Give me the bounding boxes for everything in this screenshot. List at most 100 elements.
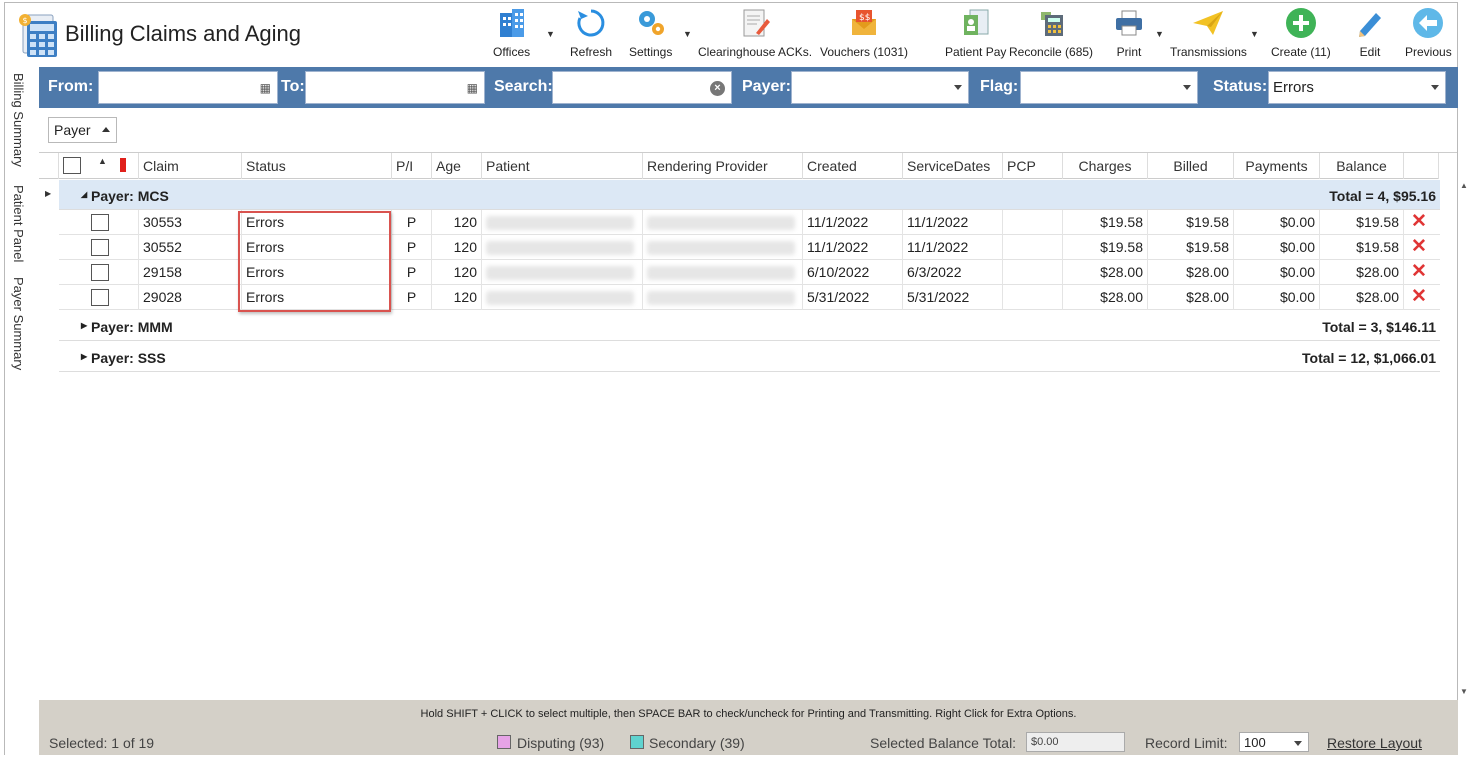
edit-button[interactable]: Edit xyxy=(1352,5,1388,63)
pi-cell: P xyxy=(392,285,432,310)
svg-text:$: $ xyxy=(23,16,28,25)
group-row-mmm[interactable]: ▶ Payer: MMM Total = 3, $146.11 xyxy=(59,311,1440,341)
patient-cell-redacted xyxy=(482,260,643,285)
vertical-scrollbar[interactable]: ▲ ▼ xyxy=(1458,181,1468,699)
transmissions-button[interactable]: Transmissions xyxy=(1170,5,1247,63)
settings-button[interactable]: Settings xyxy=(629,5,672,63)
age-cell: 120 xyxy=(432,285,482,310)
row-checkbox[interactable] xyxy=(91,264,109,281)
delete-x-icon[interactable]: ✕ xyxy=(1411,236,1427,258)
status-dropdown[interactable]: Errors xyxy=(1268,71,1446,104)
group-row-sss[interactable]: ▶ Payer: SSS Total = 12, $1,066.01 xyxy=(59,342,1440,372)
patient-document-icon xyxy=(958,5,994,41)
flag-dropdown[interactable] xyxy=(1020,71,1198,104)
group-total: Total = 3, $146.11 xyxy=(1322,319,1436,335)
column-header-charges[interactable]: Charges xyxy=(1063,153,1148,179)
calendar-icon[interactable]: ▦ xyxy=(260,81,271,95)
plus-circle-icon xyxy=(1283,5,1319,41)
pcp-cell xyxy=(1003,210,1063,235)
refresh-button[interactable]: Refresh xyxy=(570,5,612,63)
provider-cell-redacted xyxy=(643,235,803,260)
patient-cell-redacted xyxy=(482,235,643,260)
sort-up-icon[interactable]: ▲ xyxy=(98,156,107,166)
pcp-cell xyxy=(1003,285,1063,310)
group-by-payer-chip[interactable]: Payer xyxy=(48,117,117,143)
delete-x-icon[interactable]: ✕ xyxy=(1411,211,1427,233)
tab-payer-summary[interactable]: Payer Summary xyxy=(11,277,26,370)
status-footer: Hold SHIFT + CLICK to select multiple, t… xyxy=(39,700,1458,755)
column-header-created[interactable]: Created xyxy=(803,153,903,179)
settings-dropdown-icon[interactable]: ▼ xyxy=(683,30,692,39)
create-button[interactable]: Create (11) xyxy=(1271,5,1331,63)
tab-billing-summary[interactable]: Billing Summary xyxy=(11,73,26,167)
offices-dropdown-icon[interactable]: ▼ xyxy=(546,30,555,39)
selected-count: Selected: 1 of 19 xyxy=(49,735,155,751)
scroll-up-icon[interactable]: ▲ xyxy=(1460,181,1468,190)
age-cell: 120 xyxy=(432,235,482,260)
side-panel-tabs: Billing Summary Patient Panel Payer Summ… xyxy=(5,67,39,755)
from-date-field[interactable]: ▦ xyxy=(98,71,278,104)
search-input[interactable]: × xyxy=(552,71,732,104)
printer-icon xyxy=(1111,5,1147,41)
previous-button[interactable]: Previous xyxy=(1405,5,1452,63)
row-checkbox[interactable] xyxy=(91,239,109,256)
to-label: To: xyxy=(281,78,305,95)
row-checkbox[interactable] xyxy=(91,214,109,231)
selected-balance-label: Selected Balance Total: xyxy=(870,735,1017,751)
reconcile-label: Reconcile (685) xyxy=(1009,45,1094,59)
patient-pay-button[interactable]: Patient Pay xyxy=(945,5,1006,63)
pi-cell: P xyxy=(392,260,432,285)
column-header-service-dates[interactable]: ServiceDates xyxy=(903,153,1003,179)
tab-patient-panel[interactable]: Patient Panel xyxy=(11,185,26,262)
offices-button[interactable]: Offices xyxy=(493,5,530,63)
column-header-balance[interactable]: Balance xyxy=(1320,153,1404,179)
claim-cell: 30552 xyxy=(139,235,242,260)
transmissions-dropdown-icon[interactable]: ▼ xyxy=(1250,30,1259,39)
scroll-down-icon[interactable]: ▼ xyxy=(1460,687,1468,696)
clear-search-icon[interactable]: × xyxy=(710,81,725,96)
column-header-age[interactable]: Age xyxy=(432,153,482,179)
column-header-rendering-provider[interactable]: Rendering Provider xyxy=(643,153,803,179)
delete-x-icon[interactable]: ✕ xyxy=(1411,286,1427,308)
secondary-legend[interactable]: Secondary (39) xyxy=(649,735,745,751)
row-checkbox[interactable] xyxy=(91,289,109,306)
billed-cell: $19.58 xyxy=(1148,235,1234,260)
search-label: Search: xyxy=(494,78,553,95)
disputing-legend[interactable]: Disputing (93) xyxy=(517,735,604,751)
collapse-triangle-icon[interactable]: ◢ xyxy=(81,190,87,199)
sort-ascending-icon xyxy=(102,127,110,132)
balance-cell: $19.58 xyxy=(1320,235,1404,260)
record-limit-value: 100 xyxy=(1244,735,1266,750)
payer-dropdown[interactable] xyxy=(791,71,969,104)
charges-cell: $28.00 xyxy=(1063,260,1148,285)
calendar-icon[interactable]: ▦ xyxy=(467,81,478,95)
reconcile-button[interactable]: Reconcile (685) xyxy=(1009,5,1093,63)
column-header-status[interactable]: Status xyxy=(242,153,392,179)
service-dates-cell: 5/31/2022 xyxy=(903,285,1003,310)
document-pen-icon xyxy=(737,5,773,41)
expand-triangle-icon[interactable]: ▶ xyxy=(81,352,87,361)
column-header-payments[interactable]: Payments xyxy=(1234,153,1320,179)
print-button[interactable]: Print xyxy=(1111,5,1147,63)
flag-column-icon xyxy=(120,158,126,172)
print-label: Print xyxy=(1116,45,1142,59)
clearinghouse-acks-button[interactable]: Clearinghouse ACKs. xyxy=(698,5,812,63)
payer-label: Payer: xyxy=(742,78,791,95)
to-date-field[interactable]: ▦ xyxy=(305,71,485,104)
column-header-pcp[interactable]: PCP xyxy=(1003,153,1063,179)
claim-cell: 29028 xyxy=(139,285,242,310)
select-all-checkbox[interactable] xyxy=(63,157,81,174)
column-header-billed[interactable]: Billed xyxy=(1148,153,1234,179)
column-header-pi[interactable]: P/I xyxy=(392,153,432,179)
record-limit-dropdown[interactable]: 100 xyxy=(1239,732,1309,752)
vouchers-button[interactable]: $$ Vouchers (1031) xyxy=(820,5,908,63)
delete-x-icon[interactable]: ✕ xyxy=(1411,261,1427,283)
expand-triangle-icon[interactable]: ▶ xyxy=(81,321,87,330)
restore-layout-link[interactable]: Restore Layout xyxy=(1327,735,1422,751)
column-header-claim[interactable]: Claim xyxy=(139,153,242,179)
print-dropdown-icon[interactable]: ▼ xyxy=(1155,30,1164,39)
group-row-mcs[interactable]: ◢ Payer: MCS Total = 4, $95.16 xyxy=(59,180,1440,210)
column-header-patient[interactable]: Patient xyxy=(482,153,643,179)
row-select-cell xyxy=(59,285,139,310)
offices-label: Offices xyxy=(493,45,531,59)
